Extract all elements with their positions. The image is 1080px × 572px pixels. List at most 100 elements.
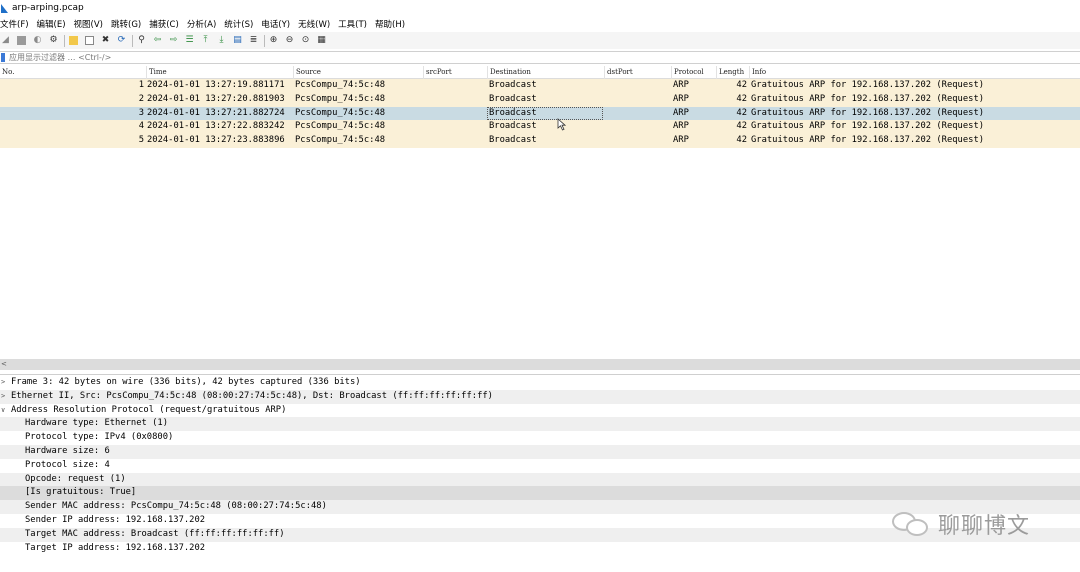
mouse-cursor-icon	[557, 118, 566, 131]
detail-tree-item[interactable]: Hardware size: 6	[0, 444, 1080, 459]
menu-help[interactable]: 帮助(H)	[371, 18, 409, 30]
zoom-out-icon[interactable]: ⊖	[284, 35, 295, 46]
cell-source: PcsCompu_74:5c:48	[295, 80, 386, 90]
autoscroll-icon[interactable]: ▤	[232, 35, 243, 46]
go-to-packet-icon[interactable]: ☰	[184, 35, 195, 46]
detail-text: Hardware type: Ethernet (1)	[25, 418, 168, 429]
display-filter-input[interactable]	[9, 52, 609, 63]
menu-wireless[interactable]: 无线(W)	[294, 18, 334, 30]
go-last-icon[interactable]: ⤓	[216, 35, 227, 46]
menu-edit[interactable]: 编辑(E)	[33, 18, 70, 30]
restart-icon[interactable]: ◐	[32, 35, 43, 46]
detail-tree-item[interactable]: Protocol size: 4	[0, 459, 1080, 473]
detail-tree-item[interactable]: Target IP address: 192.168.137.202	[0, 542, 1080, 556]
menu-capture[interactable]: 捕获(C)	[145, 18, 183, 30]
detail-text: Frame 3: 42 bytes on wire (336 bits), 42…	[11, 377, 361, 387]
options-gear-icon[interactable]: ⚙	[48, 35, 59, 46]
cell-no: 4	[138, 121, 144, 132]
collapse-caret-icon[interactable]: ∨	[1, 404, 5, 418]
zoom-in-icon[interactable]: ⊕	[268, 35, 279, 46]
watermark-text: 聊聊博文	[938, 514, 1031, 539]
cell-destination: Broadcast	[489, 93, 537, 104]
menu-telephony[interactable]: 电话(Y)	[257, 18, 294, 30]
menu-tools[interactable]: 工具(T)	[334, 18, 371, 30]
scroll-left-arrow-icon[interactable]: <	[1, 360, 7, 369]
toolbar-separator	[264, 34, 265, 47]
stop-icon[interactable]	[16, 35, 27, 46]
detail-text: Address Resolution Protocol (request/gra…	[11, 404, 287, 415]
detail-tree-item[interactable]: Opcode: request (1)	[0, 472, 1080, 487]
cell-info: Gratuitous ARP for 192.168.137.202 (Requ…	[751, 121, 985, 132]
detail-text: [Is gratuitous: True]	[25, 487, 137, 498]
cell-protocol: ARP	[673, 135, 689, 146]
go-forward-icon[interactable]: ⇨	[168, 35, 179, 46]
packet-row[interactable]: 5 2024-01-01 13:27:23.883896 PcsCompu_74…	[0, 134, 1080, 148]
detail-text: Sender MAC address: PcsCompu_74:5c:48 (0…	[25, 501, 327, 512]
toolbar-separator	[132, 34, 133, 47]
main-toolbar: ◢ ◐ ⚙ ✖ ⟳ ⚲ ⇦ ⇨ ☰ ⤒ ⤓ ▤ ≣ ⊕ ⊖ ⊙ ▦	[0, 32, 1080, 49]
column-header-info[interactable]: Info	[749, 66, 1080, 79]
cell-length: 42	[736, 93, 747, 104]
colorize-icon[interactable]: ≣	[248, 35, 259, 46]
expand-caret-icon[interactable]: >	[1, 376, 5, 390]
column-header-srcport[interactable]: srcPort	[423, 66, 487, 79]
cell-time: 2024-01-01 13:27:22.883242	[147, 121, 285, 132]
cell-info: Gratuitous ARP for 192.168.137.202 (Requ…	[751, 107, 985, 118]
cell-no: 5	[138, 135, 144, 146]
detail-tree-item[interactable]: > Ethernet II, Src: PcsCompu_74:5c:48 (0…	[0, 389, 1080, 404]
cell-source: PcsCompu_74:5c:48	[295, 93, 386, 104]
column-header-source[interactable]: Source	[293, 66, 423, 79]
detail-text: Target MAC address: Broadcast (ff:ff:ff:…	[25, 528, 285, 539]
go-first-icon[interactable]: ⤒	[200, 35, 211, 46]
cell-source: PcsCompu_74:5c:48	[295, 121, 386, 132]
zoom-normal-icon[interactable]: ⊙	[300, 35, 311, 46]
cell-protocol: ARP	[673, 107, 689, 118]
cell-length: 42	[736, 80, 747, 90]
reload-icon[interactable]: ⟳	[116, 35, 127, 46]
column-header-no[interactable]: No.	[0, 66, 146, 79]
detail-tree-item-highlighted[interactable]: [Is gratuitous: True]	[0, 486, 1080, 501]
pane-splitter[interactable]	[0, 370, 1080, 375]
display-filter-bar	[0, 51, 1080, 64]
cell-length: 42	[736, 121, 747, 132]
find-icon[interactable]: ⚲	[136, 35, 147, 46]
cell-no: 3	[138, 107, 144, 118]
packet-row[interactable]: 4 2024-01-01 13:27:22.883242 PcsCompu_74…	[0, 120, 1080, 135]
detail-tree-item[interactable]: ∨ Address Resolution Protocol (request/g…	[0, 404, 1080, 418]
column-header-dstport[interactable]: dstPort	[604, 66, 671, 79]
go-back-icon[interactable]: ⇦	[152, 35, 163, 46]
open-file-icon[interactable]	[68, 35, 79, 46]
shark-fin-icon[interactable]: ◢	[0, 35, 11, 46]
packet-list: No. Time Source srcPort Destination dstP…	[0, 66, 1080, 359]
column-header-length[interactable]: Length	[716, 66, 749, 79]
packet-list-horizontal-scrollbar[interactable]: <	[0, 359, 1080, 370]
menu-file[interactable]: 文件(F)	[0, 18, 33, 30]
wechat-icon	[890, 509, 934, 539]
detail-text: Opcode: request (1)	[25, 473, 126, 484]
detail-tree-item[interactable]: > Frame 3: 42 bytes on wire (336 bits), …	[0, 376, 1080, 390]
detail-tree-item[interactable]: Hardware type: Ethernet (1)	[0, 417, 1080, 432]
expand-caret-icon[interactable]: >	[1, 390, 5, 404]
cell-no: 2	[138, 93, 144, 104]
close-file-icon[interactable]: ✖	[100, 35, 111, 46]
packet-row[interactable]: 2 2024-01-01 13:27:20.881903 PcsCompu_74…	[0, 92, 1080, 107]
save-file-icon[interactable]	[84, 35, 95, 46]
cell-source: PcsCompu_74:5c:48	[295, 135, 386, 146]
filter-bookmark-icon[interactable]	[1, 53, 5, 62]
menu-bar: 文件(F) 编辑(E) 视图(V) 跳转(G) 捕获(C) 分析(A) 统计(S…	[0, 16, 1080, 31]
detail-text: Ethernet II, Src: PcsCompu_74:5c:48 (08:…	[11, 390, 493, 401]
column-header-time[interactable]: Time	[146, 66, 293, 79]
column-header-protocol[interactable]: Protocol	[671, 66, 716, 79]
menu-go[interactable]: 跳转(G)	[107, 18, 145, 30]
toolbar-separator	[64, 34, 65, 47]
menu-view[interactable]: 视图(V)	[70, 18, 107, 30]
detail-tree-item[interactable]: Protocol type: IPv4 (0x0800)	[0, 431, 1080, 445]
packet-row[interactable]: 1 2024-01-01 13:27:19.881171 PcsCompu_74…	[0, 79, 1080, 93]
menu-analyze[interactable]: 分析(A)	[183, 18, 220, 30]
packet-row-selected[interactable]: 3 2024-01-01 13:27:21.882724 PcsCompu_74…	[0, 106, 1080, 121]
watermark: 聊聊博文	[890, 508, 1030, 540]
resize-columns-icon[interactable]: ▦	[316, 35, 327, 46]
cell-destination: Broadcast	[489, 80, 537, 90]
menu-statistics[interactable]: 统计(S)	[220, 18, 257, 30]
column-header-destination[interactable]: Destination	[487, 66, 604, 79]
